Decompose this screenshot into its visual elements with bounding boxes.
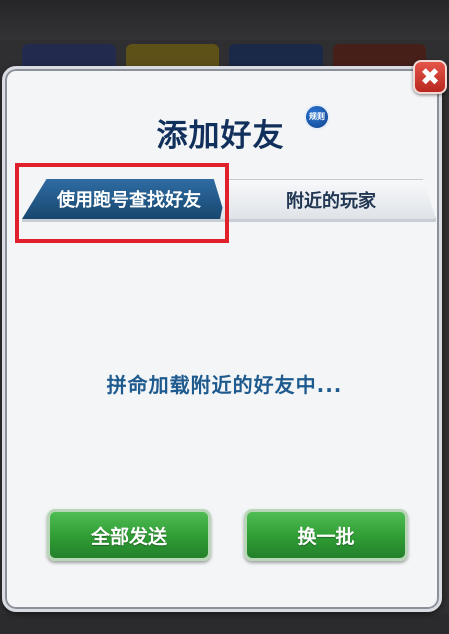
refresh-batch-button[interactable]: 换一批: [244, 509, 408, 561]
background-top: [0, 0, 449, 40]
dialog-title-text: 添加好友: [156, 118, 285, 154]
refresh-batch-label: 换一批: [297, 525, 355, 548]
highlight-box: [15, 163, 229, 243]
close-icon: ✖: [419, 63, 441, 91]
send-all-label: 全部发送: [90, 525, 167, 548]
background-bottom: [0, 614, 449, 634]
close-button[interactable]: ✖: [413, 60, 447, 94]
tab-nearby-players-label: 附近的玩家: [286, 190, 376, 212]
dialog-title: 添加好友: [0, 110, 449, 155]
send-all-button[interactable]: 全部发送: [47, 509, 211, 561]
loading-status: 拼命加载附近的好友中...: [106, 373, 343, 397]
tab-nearby-players[interactable]: 附近的玩家: [220, 179, 436, 219]
rules-badge[interactable]: 规则: [304, 104, 330, 130]
